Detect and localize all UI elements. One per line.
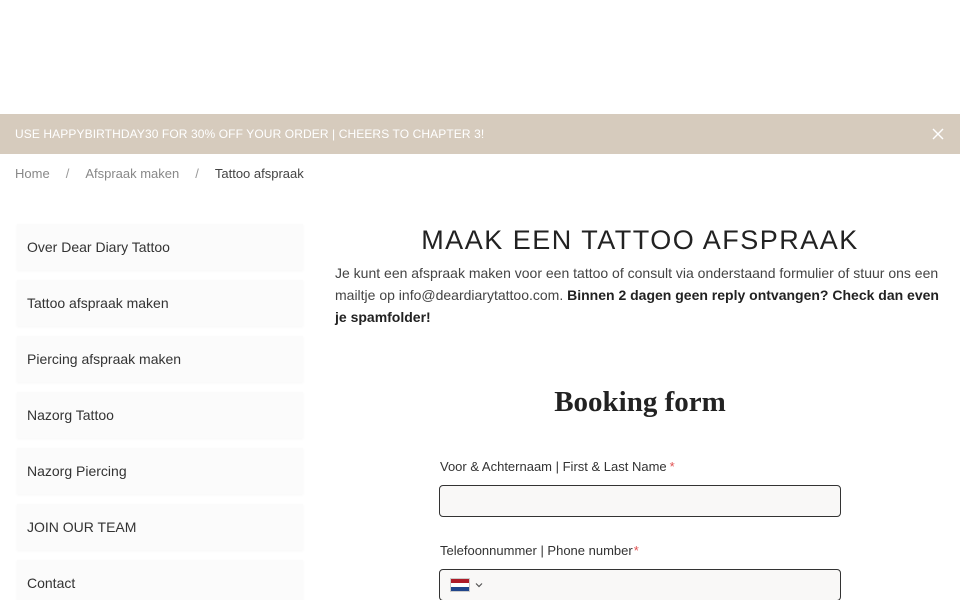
sidebar-item-join-our-team[interactable]: JOIN OUR TEAM	[17, 504, 303, 550]
sidebar-item-over-dear-diary[interactable]: Over Dear Diary Tattoo	[17, 224, 303, 270]
close-icon[interactable]	[930, 126, 946, 142]
name-label-text: Voor & Achternaam | First & Last Name	[440, 459, 667, 474]
page-title: MAAK EEN TATTOO AFSPRAAK	[421, 225, 859, 255]
required-mark: *	[633, 543, 639, 558]
required-mark: *	[669, 459, 675, 474]
sidebar-item-label: Nazorg Piercing	[27, 463, 127, 479]
booking-form-title: Booking form	[554, 386, 726, 418]
sidebar-item-contact[interactable]: Contact	[17, 560, 303, 600]
sidebar-item-label: Tattoo afspraak maken	[27, 295, 169, 311]
sidebar-item-tattoo-afspraak[interactable]: Tattoo afspraak maken	[17, 280, 303, 326]
promo-text: USE HAPPYBIRTHDAY30 FOR 30% OFF YOUR ORD…	[15, 127, 485, 141]
sidebar-menu: Over Dear Diary Tattoo Tattoo afspraak m…	[17, 224, 303, 600]
chevron-down-icon[interactable]	[474, 580, 484, 590]
sidebar-item-nazorg-piercing[interactable]: Nazorg Piercing	[17, 448, 303, 494]
sidebar-item-nazorg-tattoo[interactable]: Nazorg Tattoo	[17, 392, 303, 438]
breadcrumb: Home / Afspraak maken / Tattoo afspraak	[15, 166, 304, 181]
phone-input[interactable]	[439, 569, 841, 600]
name-field-label: Voor & Achternaam | First & Last Name *	[440, 459, 675, 474]
breadcrumb-separator: /	[65, 166, 70, 181]
main-content: MAAK EEN TATTOO AFSPRAAK Je kunt een afs…	[335, 224, 945, 328]
sidebar-item-piercing-afspraak[interactable]: Piercing afspraak maken	[17, 336, 303, 382]
sidebar-item-label: Nazorg Tattoo	[27, 407, 114, 423]
breadcrumb-afspraak-maken[interactable]: Afspraak maken	[85, 166, 179, 181]
header-area	[0, 0, 960, 114]
phone-field-label: Telefoonnummer | Phone number*	[440, 543, 639, 558]
phone-label-text: Telefoonnummer | Phone number	[440, 543, 633, 558]
breadcrumb-home[interactable]: Home	[15, 166, 50, 181]
sidebar-item-label: Contact	[27, 575, 76, 591]
netherlands-flag-icon[interactable]	[450, 578, 470, 592]
sidebar-item-label: Over Dear Diary Tattoo	[27, 239, 170, 255]
breadcrumb-current: Tattoo afspraak	[214, 166, 304, 181]
breadcrumb-separator: /	[195, 166, 199, 181]
sidebar-item-label: Piercing afspraak maken	[27, 351, 182, 367]
promo-bar: USE HAPPYBIRTHDAY30 FOR 30% OFF YOUR ORD…	[0, 114, 960, 154]
sidebar-item-label: JOIN OUR TEAM	[27, 519, 137, 535]
intro-paragraph: Je kunt een afspraak maken voor een tatt…	[335, 262, 945, 328]
name-input[interactable]	[439, 485, 841, 517]
